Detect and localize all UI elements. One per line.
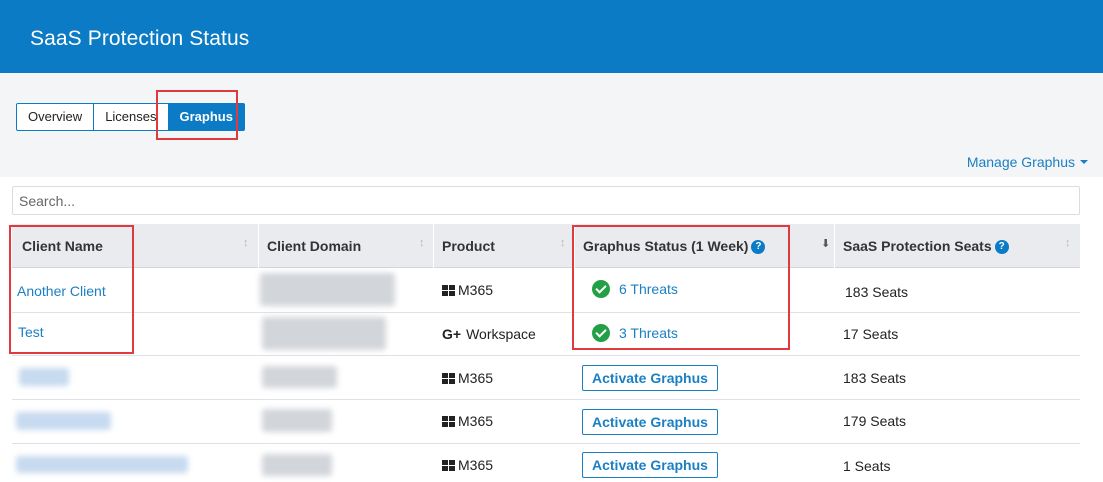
page-title: SaaS Protection Status	[30, 27, 250, 50]
redacted-domain	[262, 317, 386, 350]
redacted-domain	[262, 366, 337, 388]
product-label: M365	[458, 457, 494, 473]
redacted-client-name	[16, 412, 111, 430]
product-label: M365	[458, 413, 494, 429]
page-header: SaaS Protection Status	[0, 0, 1103, 73]
seats-value: 179 Seats	[843, 413, 907, 429]
column-header-graphus-status-label: Graphus Status (1 Week)	[583, 238, 749, 254]
table-row: Test G+ Workspace 3 Threats 17 Seats	[12, 313, 1080, 356]
column-header-graphus-status[interactable]: Graphus Status (1 Week)?	[583, 224, 766, 268]
check-circle-icon	[592, 280, 610, 298]
product-cell: M365	[442, 282, 493, 298]
product-label: M365	[458, 282, 494, 298]
product-label: M365	[458, 370, 494, 386]
redacted-client-name	[16, 456, 188, 473]
google-plus-icon: G+	[442, 326, 462, 342]
manage-graphus-dropdown[interactable]: Manage Graphus	[967, 154, 1088, 170]
windows-icon	[442, 459, 455, 471]
activate-graphus-button[interactable]: Activate Graphus	[582, 409, 718, 435]
client-name-link[interactable]: Another Client	[17, 283, 106, 299]
seats-value: 183 Seats	[843, 370, 907, 386]
table-row: M365 Activate Graphus 1 Seats	[12, 444, 1080, 482]
tab-overview[interactable]: Overview	[16, 103, 95, 131]
table-header: Client Name ↕ Client Domain ↕ Product ↕ …	[12, 224, 1080, 268]
graphus-status-cell: 6 Threats	[592, 280, 678, 298]
tab-licenses[interactable]: Licenses	[94, 103, 169, 131]
redacted-domain	[262, 454, 332, 476]
column-header-saas-seats-label: SaaS Protection Seats	[843, 238, 992, 254]
tab-graphus[interactable]: Graphus	[168, 103, 245, 131]
help-icon[interactable]: ?	[994, 240, 1009, 255]
windows-icon	[442, 284, 455, 296]
manage-graphus-label: Manage Graphus	[966, 154, 1075, 170]
seats-value: 17 Seats	[843, 326, 899, 342]
table-row: M365 Activate Graphus 179 Seats	[12, 400, 1080, 444]
column-header-client-domain[interactable]: Client Domain	[267, 224, 361, 268]
sort-descending-icon[interactable]: ⬇	[821, 237, 830, 250]
table-row: Another Client M365 6 Threats 183 Seats	[12, 268, 1080, 313]
redacted-domain	[262, 409, 332, 432]
seats-value: 1 Seats	[843, 458, 891, 474]
column-divider	[574, 224, 575, 268]
tab-group: Overview Licenses Graphus	[16, 103, 245, 131]
threats-link[interactable]: 3 Threats	[619, 325, 678, 341]
column-header-client-name[interactable]: Client Name	[22, 224, 103, 268]
graphus-status-cell: 3 Threats	[592, 324, 678, 342]
table-row: M365 Activate Graphus 183 Seats	[12, 356, 1080, 400]
sort-icon[interactable]: ↕	[1065, 237, 1071, 249]
search-input[interactable]	[12, 186, 1080, 215]
column-divider	[834, 224, 835, 268]
product-cell: M365	[442, 370, 493, 386]
column-header-product[interactable]: Product	[442, 224, 495, 268]
product-cell: M365	[442, 413, 493, 429]
activate-graphus-button[interactable]: Activate Graphus	[582, 452, 718, 478]
redacted-client-name	[19, 368, 69, 386]
client-name-link[interactable]: Test	[18, 324, 44, 340]
seats-value: 183 Seats	[845, 284, 909, 300]
redacted-domain	[260, 273, 395, 306]
help-icon[interactable]: ?	[751, 240, 766, 255]
column-header-saas-seats[interactable]: SaaS Protection Seats?	[843, 224, 1009, 268]
sort-icon[interactable]: ↕	[419, 237, 425, 249]
caret-down-icon	[1080, 160, 1088, 164]
column-divider	[258, 224, 259, 268]
sort-icon[interactable]: ↕	[560, 237, 566, 249]
check-circle-icon	[592, 324, 610, 342]
product-cell: M365	[442, 457, 493, 473]
windows-icon	[442, 372, 455, 384]
sort-icon[interactable]: ↕	[243, 237, 249, 249]
threats-link[interactable]: 6 Threats	[619, 281, 678, 297]
column-divider	[433, 224, 434, 268]
product-cell: G+ Workspace	[442, 326, 536, 342]
windows-icon	[442, 415, 455, 427]
product-label: Workspace	[466, 326, 536, 342]
activate-graphus-button[interactable]: Activate Graphus	[582, 365, 718, 391]
